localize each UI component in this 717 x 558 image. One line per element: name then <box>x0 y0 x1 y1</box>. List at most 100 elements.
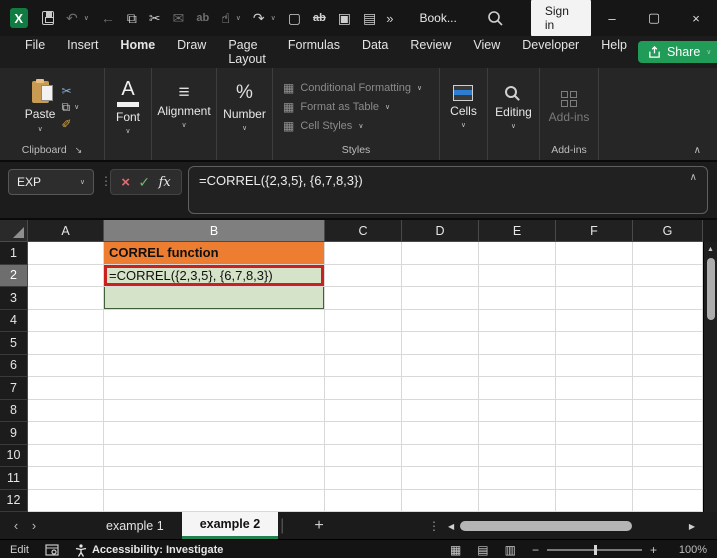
addins-button[interactable]: Add-ins <box>549 90 589 124</box>
cell-F2[interactable] <box>556 264 633 287</box>
book-search-icon[interactable]: ▤ <box>363 8 376 28</box>
cell-D7[interactable] <box>402 377 479 400</box>
excel-logo-icon[interactable]: X <box>10 8 28 28</box>
page-break-view-icon[interactable]: ▥ <box>505 543 516 557</box>
editing-button[interactable]: Editing ∨ <box>495 84 532 130</box>
search-icon[interactable] <box>487 10 503 26</box>
cell-G9[interactable] <box>633 422 703 445</box>
back-arrow-icon[interactable]: ← <box>101 8 115 28</box>
row-header-5[interactable]: 5 <box>0 332 28 355</box>
cell-E5[interactable] <box>479 332 556 355</box>
cell-B1[interactable]: CORREL function <box>104 242 325 265</box>
cell-D1[interactable] <box>402 242 479 265</box>
formula-bar-input[interactable]: =CORREL({2,3,5}, {6,7,8,3}) <box>188 166 708 214</box>
sheet-tab-example-2[interactable]: example 2 <box>181 512 279 539</box>
cell-F10[interactable] <box>556 444 633 467</box>
cell-F5[interactable] <box>556 332 633 355</box>
next-sheet-icon[interactable]: › <box>18 518 50 533</box>
column-header-A[interactable]: A <box>28 220 104 242</box>
cell-F8[interactable] <box>556 399 633 422</box>
cell-F9[interactable] <box>556 422 633 445</box>
format-as-table-button[interactable]: ▦ Format as Table ∨ <box>283 100 390 114</box>
column-header-G[interactable]: G <box>633 220 703 242</box>
zoom-in-button[interactable]: + <box>650 543 657 557</box>
cell-C1[interactable] <box>325 242 402 265</box>
cell-E4[interactable] <box>479 309 556 332</box>
zoom-level[interactable]: 100% <box>673 544 707 556</box>
cell-E6[interactable] <box>479 354 556 377</box>
cell-G6[interactable] <box>633 354 703 377</box>
enter-icon[interactable]: ✓ <box>138 174 150 191</box>
insert-function-icon[interactable]: fx <box>159 175 171 190</box>
touch-mode-icon[interactable]: ☝ <box>221 8 230 28</box>
cell-G5[interactable] <box>633 332 703 355</box>
chevron-down-icon[interactable]: ∨ <box>271 14 276 22</box>
cell-G11[interactable] <box>633 467 703 490</box>
column-header-F[interactable]: F <box>556 220 633 242</box>
cell-G4[interactable] <box>633 309 703 332</box>
paste-button[interactable]: Paste ∨ <box>25 79 55 133</box>
sheet-tab-example-1[interactable]: example 1 <box>88 512 182 539</box>
cell-B6[interactable] <box>104 354 325 377</box>
chevron-down-icon[interactable]: ∨ <box>74 103 79 111</box>
cell-F4[interactable] <box>556 309 633 332</box>
horizontal-scrollbar-thumb[interactable] <box>460 521 633 531</box>
cell-E12[interactable] <box>479 489 556 512</box>
scroll-right-icon[interactable]: ▶ <box>689 522 695 531</box>
cancel-icon[interactable]: × <box>121 174 130 191</box>
redo-icon[interactable]: ↷ <box>253 8 265 28</box>
number-button[interactable]: % Number ∨ <box>223 82 266 132</box>
dialog-launcher-icon[interactable]: ↘ <box>75 145 83 156</box>
toolbar-overflow-button[interactable]: » <box>386 11 393 26</box>
cell-styles-button[interactable]: ▦ Cell Styles ∨ <box>283 119 363 133</box>
cell-B9[interactable] <box>104 422 325 445</box>
new-file-icon[interactable]: ▢ <box>288 8 301 28</box>
zoom-out-button[interactable]: − <box>532 543 539 557</box>
camera-icon[interactable]: ▣ <box>338 8 351 28</box>
cell-C11[interactable] <box>325 467 402 490</box>
chevron-down-icon[interactable]: ∨ <box>236 14 241 22</box>
cell-F12[interactable] <box>556 489 633 512</box>
cell-A4[interactable] <box>28 309 104 332</box>
cell-G12[interactable] <box>633 489 703 512</box>
font-button[interactable]: A Font ∨ <box>116 79 140 135</box>
cell-G2[interactable] <box>633 264 703 287</box>
cell-D6[interactable] <box>402 354 479 377</box>
cell-G10[interactable] <box>633 444 703 467</box>
cell-B7[interactable] <box>104 377 325 400</box>
copy-icon[interactable]: ⧉ <box>61 100 70 115</box>
cells-button[interactable]: Cells ∨ <box>450 85 477 129</box>
cell-C7[interactable] <box>325 377 402 400</box>
cell-D8[interactable] <box>402 399 479 422</box>
cell-D3[interactable] <box>402 287 479 310</box>
undo-icon[interactable]: ↶ <box>66 8 78 28</box>
cell-A6[interactable] <box>28 354 104 377</box>
cell-E7[interactable] <box>479 377 556 400</box>
scroll-up-icon[interactable]: ▲ <box>704 242 717 253</box>
cell-D2[interactable] <box>402 264 479 287</box>
row-header-6[interactable]: 6 <box>0 354 28 377</box>
cell-D4[interactable] <box>402 309 479 332</box>
accessibility-status[interactable]: Accessibility: Investigate <box>75 543 223 557</box>
cell-A11[interactable] <box>28 467 104 490</box>
replace-icon[interactable]: ab <box>196 8 209 28</box>
cell-C4[interactable] <box>325 309 402 332</box>
row-header-2[interactable]: 2 <box>0 264 28 287</box>
page-layout-view-icon[interactable]: ▤ <box>477 543 488 557</box>
cell-B12[interactable] <box>104 489 325 512</box>
zoom-slider-thumb[interactable] <box>593 545 597 555</box>
collapse-ribbon-icon[interactable]: ∧ <box>694 145 701 156</box>
cell-B3[interactable] <box>104 287 325 310</box>
cell-A8[interactable] <box>28 399 104 422</box>
cell-B8[interactable] <box>104 399 325 422</box>
cell-F7[interactable] <box>556 377 633 400</box>
cell-F3[interactable] <box>556 287 633 310</box>
cell-A1[interactable] <box>28 242 104 265</box>
cut-icon[interactable]: ✂ <box>61 84 71 98</box>
cell-E10[interactable] <box>479 444 556 467</box>
row-header-9[interactable]: 9 <box>0 422 28 445</box>
cell-B2[interactable]: =CORREL({2,3,5}, {6,7,8,3}) <box>104 264 325 287</box>
cell-C12[interactable] <box>325 489 402 512</box>
cell-C9[interactable] <box>325 422 402 445</box>
chevron-down-icon[interactable]: ∨ <box>84 14 89 22</box>
